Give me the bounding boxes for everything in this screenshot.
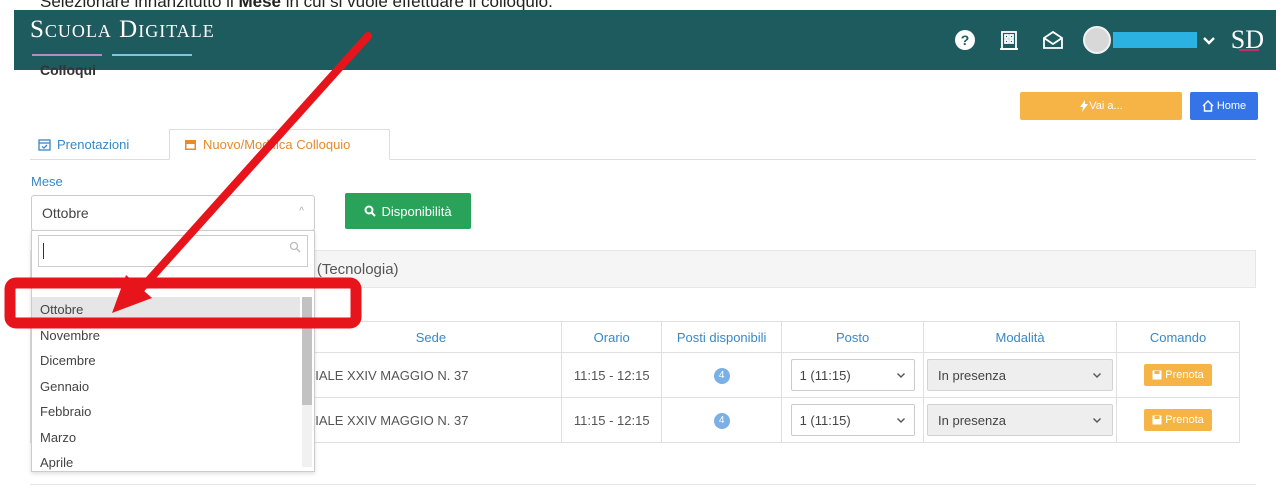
chevron-down-icon	[896, 418, 905, 423]
comando-cell: Prenota	[1116, 352, 1240, 398]
username-redacted	[1112, 32, 1197, 48]
top-navbar: Scuola Digitale ? SD	[14, 10, 1276, 70]
mese-label: Mese	[31, 174, 63, 189]
modalita-cell: In presenza	[923, 352, 1118, 398]
svg-text:?: ?	[960, 32, 969, 48]
building-icon[interactable]	[995, 26, 1023, 54]
dropdown-option[interactable]: Gennaio	[32, 374, 300, 400]
avatar[interactable]	[1082, 26, 1111, 54]
posto-select[interactable]: 1 (11:15)	[790, 404, 915, 436]
dropdown-option[interactable]: Ottobre	[32, 297, 300, 323]
dropdown-options: Ottobre Novembre Dicembre Gennaio Febbra…	[32, 297, 300, 476]
table-header-orario: Orario	[561, 321, 663, 353]
posti-cell: 4	[661, 352, 783, 398]
modalita-value: In presenza	[938, 412, 1006, 428]
modalita-cell: In presenza	[923, 397, 1118, 443]
chevron-down-icon	[1093, 418, 1102, 423]
comando-cell: Prenota	[1116, 397, 1240, 443]
prenota-label: Prenota	[1165, 414, 1204, 426]
home-button[interactable]: Home	[1190, 92, 1258, 120]
teacher-subject-label: O (Tecnologia)	[301, 261, 399, 278]
search-icon	[364, 205, 377, 217]
save-icon	[1152, 370, 1162, 380]
tab-prenotazioni[interactable]: Prenotazioni	[38, 129, 129, 160]
page: Selezionare innanzitutto il Mese in cui …	[0, 0, 1276, 490]
prenota-button[interactable]: Prenota	[1144, 409, 1212, 431]
posto-cell: 1 (11:15)	[781, 352, 925, 398]
table-header-sede: Sede	[299, 321, 563, 353]
chevron-up-icon: ^	[299, 206, 304, 217]
orario-cell: 11:15 - 12:15	[561, 352, 663, 398]
scrollbar-thumb[interactable]	[302, 297, 312, 405]
table-header-posto: Posto	[781, 321, 925, 353]
modalita-select[interactable]: In presenza	[927, 404, 1114, 436]
disponibilita-label: Disponibilità	[381, 203, 452, 219]
dropdown-option[interactable]: Novembre	[32, 323, 300, 349]
dropdown-option[interactable]: Aprile	[32, 450, 300, 476]
sd-logo: SD	[1230, 25, 1264, 54]
sede-cell: VIALE XXIV MAGGIO N. 37	[299, 352, 563, 398]
home-icon	[1202, 100, 1214, 112]
help-icon[interactable]: ?	[951, 26, 979, 54]
table-header-modalita: Modalità	[923, 321, 1118, 353]
modalita-value: In presenza	[938, 367, 1006, 383]
posto-cell: 1 (11:15)	[781, 397, 925, 443]
chevron-down-icon[interactable]	[1201, 32, 1217, 48]
orario-cell: 11:15 - 12:15	[561, 397, 663, 443]
brand-underline-right	[112, 54, 192, 56]
dropdown-option[interactable]: Marzo	[32, 425, 300, 451]
dropdown-scrollbar[interactable]	[302, 297, 312, 467]
vai-a-button[interactable]: Vai a...	[1020, 92, 1182, 120]
navbar-icons: ? SD	[951, 10, 1276, 70]
mese-select[interactable]: Ottobre ^	[31, 195, 315, 231]
brand-underline-left	[32, 54, 102, 56]
brand-logo[interactable]: Scuola Digitale	[30, 16, 215, 44]
posto-value: 1 (11:15)	[799, 367, 851, 383]
text-cursor	[43, 243, 44, 259]
calendar-icon	[185, 140, 196, 150]
home-label: Home	[1216, 100, 1247, 112]
prenota-label: Prenota	[1165, 369, 1204, 381]
section-divider	[30, 484, 1256, 485]
dropdown-option[interactable]: Febbraio	[32, 399, 300, 425]
table-header-comando: Comando	[1116, 321, 1240, 353]
mese-dropdown: Ottobre Novembre Dicembre Gennaio Febbra…	[31, 230, 315, 472]
page-title: Colloqui	[40, 62, 96, 78]
tab-prenotazioni-label: Prenotazioni	[57, 137, 130, 152]
mail-icon[interactable]	[1039, 26, 1067, 54]
disponibilita-button[interactable]: Disponibilità	[345, 193, 471, 229]
posti-badge: 4	[713, 413, 730, 429]
posti-badge: 4	[713, 368, 730, 384]
tab-bar: Prenotazioni Nuovo/Modifica Colloquio	[30, 129, 1256, 160]
calendar-check-icon	[38, 139, 51, 151]
dropdown-option[interactable]: Dicembre	[32, 348, 300, 374]
prenota-button[interactable]: Prenota	[1144, 364, 1212, 386]
tab-nuovo-modifica-label: Nuovo/Modifica Colloquio	[203, 137, 351, 152]
posti-cell: 4	[661, 397, 783, 443]
sede-cell: VIALE XXIV MAGGIO N. 37	[299, 397, 563, 443]
dropdown-search-input[interactable]	[38, 235, 308, 267]
chevron-down-icon	[1093, 373, 1102, 378]
table-header-posti: Posti disponibili	[661, 321, 783, 353]
search-icon	[289, 241, 301, 253]
modalita-select[interactable]: In presenza	[927, 359, 1114, 391]
chevron-down-icon	[896, 373, 905, 378]
user-menu[interactable]	[1082, 26, 1217, 54]
posto-value: 1 (11:15)	[799, 412, 851, 428]
vai-a-label: Vai a...	[1089, 100, 1123, 112]
tab-nuovo-modifica[interactable]: Nuovo/Modifica Colloquio	[169, 129, 390, 160]
bolt-icon	[1080, 100, 1089, 112]
posto-select[interactable]: 1 (11:15)	[790, 359, 915, 391]
save-icon	[1152, 415, 1162, 425]
mese-selected-value: Ottobre	[42, 205, 89, 221]
